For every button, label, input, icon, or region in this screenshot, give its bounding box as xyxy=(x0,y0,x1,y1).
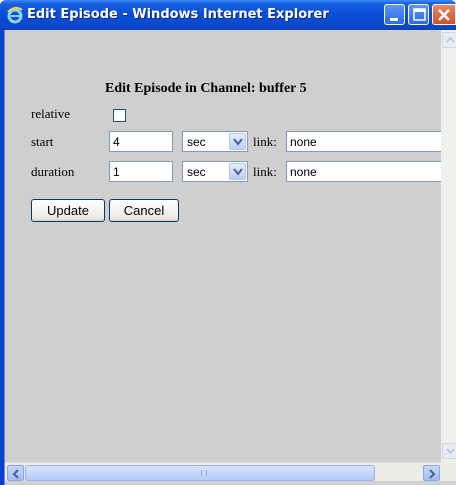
page-title: Edit Episode in Channel: buffer 5 xyxy=(105,81,307,96)
scroll-thumb[interactable] xyxy=(25,465,375,481)
start-unit-value: sec xyxy=(187,135,206,149)
update-button[interactable]: Update xyxy=(31,199,105,222)
start-label: start xyxy=(31,134,54,149)
title-bar[interactable]: Edit Episode - Windows Internet Explorer xyxy=(0,0,456,30)
minimize-button[interactable] xyxy=(384,4,405,25)
minimize-icon xyxy=(390,18,398,21)
duration-unit-select[interactable]: sec xyxy=(182,161,248,182)
browser-window: Edit Episode - Windows Internet Explorer… xyxy=(0,0,456,485)
chevron-down-icon xyxy=(446,448,455,454)
cancel-button[interactable]: Cancel xyxy=(109,199,179,222)
window-title: Edit Episode - Windows Internet Explorer xyxy=(27,7,329,22)
relative-label: relative xyxy=(31,106,70,121)
scrollbar-corner xyxy=(441,462,456,481)
duration-input[interactable]: 1 xyxy=(109,161,173,182)
grip-icon xyxy=(201,470,207,476)
start-link-label: link: xyxy=(253,134,277,149)
chevron-down-icon[interactable] xyxy=(229,133,246,150)
client-area: Edit Episode in Channel: buffer 5 relati… xyxy=(4,30,456,485)
duration-link-input[interactable]: none xyxy=(286,161,441,182)
start-input[interactable]: 4 xyxy=(109,131,173,152)
start-unit-select[interactable]: sec xyxy=(182,131,248,152)
maximize-icon xyxy=(413,8,426,21)
start-link-input[interactable]: none xyxy=(286,131,441,152)
scroll-down-button[interactable] xyxy=(442,443,456,459)
maximize-button[interactable] xyxy=(408,4,429,25)
horizontal-scrollbar[interactable] xyxy=(5,462,441,481)
scroll-left-button[interactable] xyxy=(7,465,24,481)
chevron-down-icon[interactable] xyxy=(229,163,246,180)
page-content: Edit Episode in Channel: buffer 5 relati… xyxy=(5,30,441,462)
chevron-left-icon xyxy=(12,469,19,479)
scroll-up-button[interactable] xyxy=(442,32,456,48)
duration-link-label: link: xyxy=(253,164,277,179)
close-icon xyxy=(438,9,450,21)
scroll-right-button[interactable] xyxy=(423,465,440,481)
vertical-scrollbar[interactable] xyxy=(441,30,456,462)
ie-icon xyxy=(6,6,24,24)
close-button[interactable] xyxy=(432,4,456,25)
relative-checkbox[interactable] xyxy=(113,109,126,122)
chevron-up-icon xyxy=(446,37,455,43)
duration-label: duration xyxy=(31,164,75,179)
chevron-right-icon xyxy=(429,469,436,479)
duration-unit-value: sec xyxy=(187,165,206,179)
